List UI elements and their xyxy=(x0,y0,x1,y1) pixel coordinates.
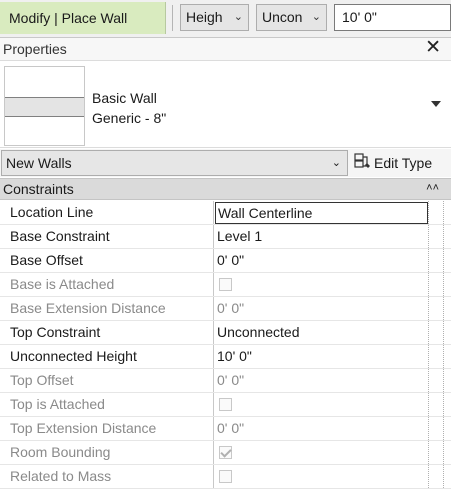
row-tail xyxy=(428,321,451,344)
property-name: Location Line xyxy=(0,201,214,224)
property-row-room-bounding: Room Bounding xyxy=(0,441,451,465)
property-name: Base Constraint xyxy=(0,225,214,248)
property-name: Base Offset xyxy=(0,249,214,272)
wall-type-preview xyxy=(4,66,85,146)
row-tail xyxy=(428,249,451,272)
height-value-input[interactable]: 10' 0" xyxy=(334,4,451,31)
property-value: 0' 0" xyxy=(217,300,245,316)
row-tail xyxy=(428,225,451,248)
property-row-base-extension-distance: Base Extension Distance 0' 0" xyxy=(0,297,451,321)
edit-type-label: Edit Type xyxy=(374,155,433,171)
filter-value: New Walls xyxy=(6,155,72,171)
property-value-input[interactable]: Wall Centerline xyxy=(215,202,428,224)
property-row-top-constraint[interactable]: Top Constraint Unconnected xyxy=(0,321,451,345)
row-tail xyxy=(428,393,451,416)
instance-filter-dropdown[interactable]: New Walls ⌄ xyxy=(1,150,348,176)
property-row-top-offset: Top Offset 0' 0" xyxy=(0,369,451,393)
row-tail xyxy=(428,441,451,464)
property-grid: Location Line Wall Centerline Base Const… xyxy=(0,201,451,489)
row-tail xyxy=(428,273,451,296)
height-mode-dropdown[interactable]: Heigh ⌄ xyxy=(180,4,249,31)
properties-title: Properties xyxy=(0,38,451,60)
property-row-location-line[interactable]: Location Line Wall Centerline xyxy=(0,201,451,225)
row-tail xyxy=(428,201,451,224)
mode-label: Modify | Place Wall xyxy=(0,2,166,34)
property-row-top-is-attached: Top is Attached xyxy=(0,393,451,417)
top-constraint-dropdown[interactable]: Uncon ⌄ xyxy=(256,4,327,31)
property-row-base-offset[interactable]: Base Offset 0' 0" xyxy=(0,249,451,273)
row-tail xyxy=(428,465,451,488)
property-row-top-extension-distance: Top Extension Distance 0' 0" xyxy=(0,417,451,441)
property-name: Unconnected Height xyxy=(0,345,214,368)
type-dropdown-arrow-icon[interactable] xyxy=(431,101,441,107)
edit-type-icon xyxy=(354,152,371,176)
section-title: Constraints xyxy=(3,181,74,197)
divider xyxy=(172,5,173,31)
property-value[interactable]: 0' 0" xyxy=(215,249,428,272)
property-value xyxy=(215,393,428,416)
options-bar: Modify | Place Wall Heigh ⌄ Uncon ⌄ 10' … xyxy=(0,0,451,38)
checkbox xyxy=(219,397,232,411)
property-row-unconnected-height[interactable]: Unconnected Height 10' 0" xyxy=(0,345,451,369)
chevron-down-icon: ⌄ xyxy=(331,157,341,169)
property-row-base-is-attached: Base is Attached xyxy=(0,273,451,297)
property-name: Top Extension Distance xyxy=(0,417,214,440)
section-constraints[interactable]: Constraints ˄˄ xyxy=(0,178,451,200)
property-value: 0' 0" xyxy=(217,372,245,388)
checkbox xyxy=(219,469,232,483)
row-tail xyxy=(428,369,451,392)
top-constraint-value: Uncon xyxy=(262,9,303,25)
row-tail xyxy=(428,297,451,320)
type-selector[interactable]: Basic Wall Generic - 8" xyxy=(0,60,451,148)
property-value[interactable]: Unconnected xyxy=(215,321,428,344)
property-name: Base Extension Distance xyxy=(0,297,214,320)
close-icon[interactable]: ✕ xyxy=(425,37,441,59)
property-name: Top Offset xyxy=(0,369,214,392)
type-name: Generic - 8" xyxy=(92,110,167,126)
property-value: 0' 0" xyxy=(217,420,245,436)
height-mode-value: Heigh xyxy=(186,9,223,25)
chevron-down-icon: ⌄ xyxy=(311,11,321,23)
property-value[interactable]: Level 1 xyxy=(215,225,428,248)
property-row-base-constraint[interactable]: Base Constraint Level 1 xyxy=(0,225,451,249)
property-name: Related to Mass xyxy=(0,465,214,488)
checkbox xyxy=(219,277,232,291)
checkbox-checked xyxy=(219,445,232,459)
property-name: Base is Attached xyxy=(0,273,214,296)
row-tail xyxy=(428,345,451,368)
row-tail xyxy=(428,417,451,440)
chevron-down-icon: ⌄ xyxy=(233,11,243,23)
property-name: Top Constraint xyxy=(0,321,214,344)
property-name: Top is Attached xyxy=(0,393,214,416)
edit-type-button[interactable]: Edit Type xyxy=(354,151,432,175)
property-value xyxy=(215,273,428,296)
wall-thumbnail-icon xyxy=(5,97,84,117)
type-family: Basic Wall xyxy=(92,90,157,106)
filter-row: New Walls ⌄ Edit Type xyxy=(0,149,451,177)
property-value xyxy=(215,441,428,464)
property-name: Room Bounding xyxy=(0,441,214,464)
collapse-chevron-icon[interactable]: ˄˄ xyxy=(426,179,439,197)
property-value[interactable]: 10' 0" xyxy=(215,345,428,368)
property-value xyxy=(215,465,428,488)
property-row-related-to-mass: Related to Mass xyxy=(0,465,451,489)
